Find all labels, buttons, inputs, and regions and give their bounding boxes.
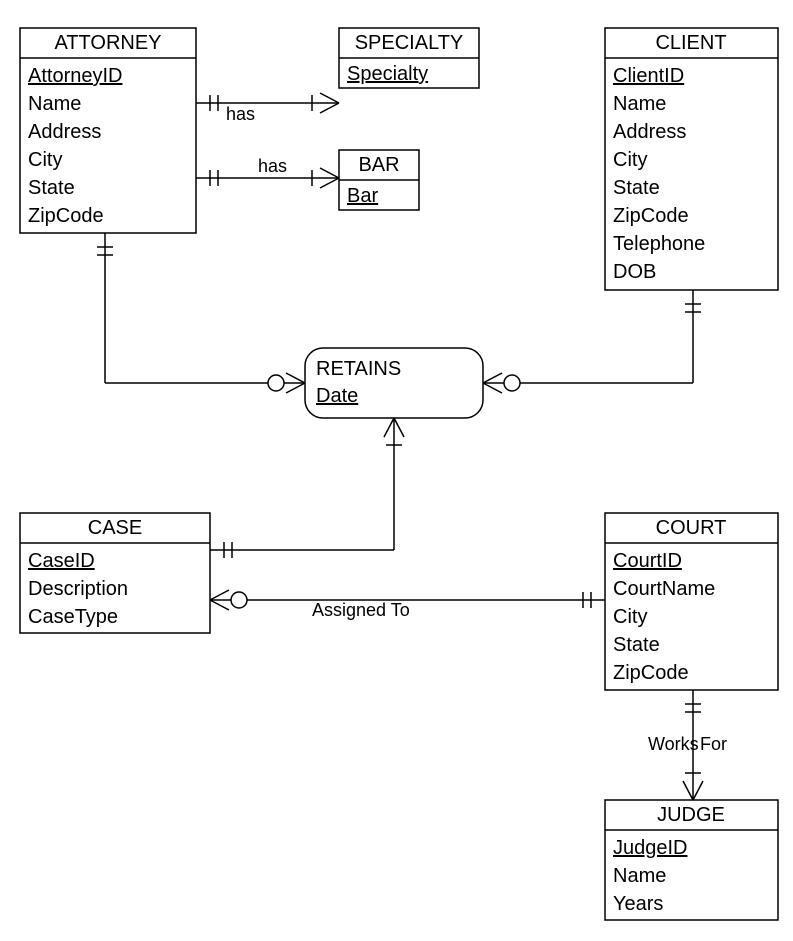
- entity-client-title: CLIENT: [655, 32, 726, 54]
- rel-assigned-to-label: Assigned To: [312, 600, 410, 620]
- svg-text:State: State: [613, 177, 660, 199]
- rel-has-specialty-label: has: [226, 104, 255, 124]
- svg-text:ZipCode: ZipCode: [613, 205, 689, 227]
- entity-case: CASE CaseID Description CaseType: [20, 513, 210, 633]
- svg-text:ClientID: ClientID: [613, 65, 684, 87]
- entity-judge: JUDGE JudgeID Name Years: [605, 800, 778, 920]
- svg-text:Works: Works: [648, 734, 699, 754]
- svg-text:City: City: [613, 149, 647, 171]
- entity-specialty-title: SPECIALTY: [355, 32, 464, 54]
- svg-text:CourtName: CourtName: [613, 578, 715, 600]
- svg-text:Specialty: Specialty: [347, 63, 428, 85]
- svg-text:CaseType: CaseType: [28, 606, 118, 628]
- svg-text:DOB: DOB: [613, 261, 656, 283]
- entity-court-title: COURT: [656, 517, 727, 539]
- entity-case-title: CASE: [88, 517, 142, 539]
- svg-text:Bar: Bar: [347, 185, 378, 207]
- svg-text:State: State: [28, 177, 75, 199]
- svg-text:Name: Name: [613, 93, 666, 115]
- svg-text:Name: Name: [28, 93, 81, 115]
- svg-text:City: City: [613, 606, 647, 628]
- rel-has-bar-label: has: [258, 156, 287, 176]
- entity-attorney-title: ATTORNEY: [54, 32, 161, 54]
- svg-text:CourtID: CourtID: [613, 550, 682, 572]
- entity-client: CLIENT ClientID Name Address City State …: [605, 28, 778, 290]
- entity-judge-title: JUDGE: [657, 804, 725, 826]
- svg-text:CaseID: CaseID: [28, 550, 95, 572]
- svg-text:AttorneyID: AttorneyID: [28, 65, 122, 87]
- entity-attorney: ATTORNEY AttorneyID Name Address City St…: [20, 28, 196, 233]
- svg-text:City: City: [28, 149, 62, 171]
- entity-specialty: SPECIALTY Specialty: [339, 28, 479, 88]
- svg-text:Address: Address: [28, 121, 101, 143]
- relationship-retains-title: RETAINS: [316, 358, 401, 380]
- svg-text:Telephone: Telephone: [613, 233, 705, 255]
- svg-text:For: For: [700, 734, 727, 754]
- svg-text:Years: Years: [613, 893, 663, 915]
- svg-text:JudgeID: JudgeID: [613, 837, 688, 859]
- entity-court: COURT CourtID CourtName City State ZipCo…: [605, 513, 778, 690]
- svg-text:ZipCode: ZipCode: [613, 662, 689, 684]
- entity-bar: BAR Bar: [339, 150, 419, 210]
- svg-text:Date: Date: [316, 385, 358, 407]
- svg-text:Description: Description: [28, 578, 128, 600]
- relationship-retains: RETAINS Date: [305, 348, 483, 418]
- svg-text:Address: Address: [613, 121, 686, 143]
- entity-bar-title: BAR: [358, 154, 399, 176]
- svg-text:State: State: [613, 634, 660, 656]
- er-diagram: has has: [0, 0, 793, 941]
- svg-text:ZipCode: ZipCode: [28, 205, 104, 227]
- svg-text:Name: Name: [613, 865, 666, 887]
